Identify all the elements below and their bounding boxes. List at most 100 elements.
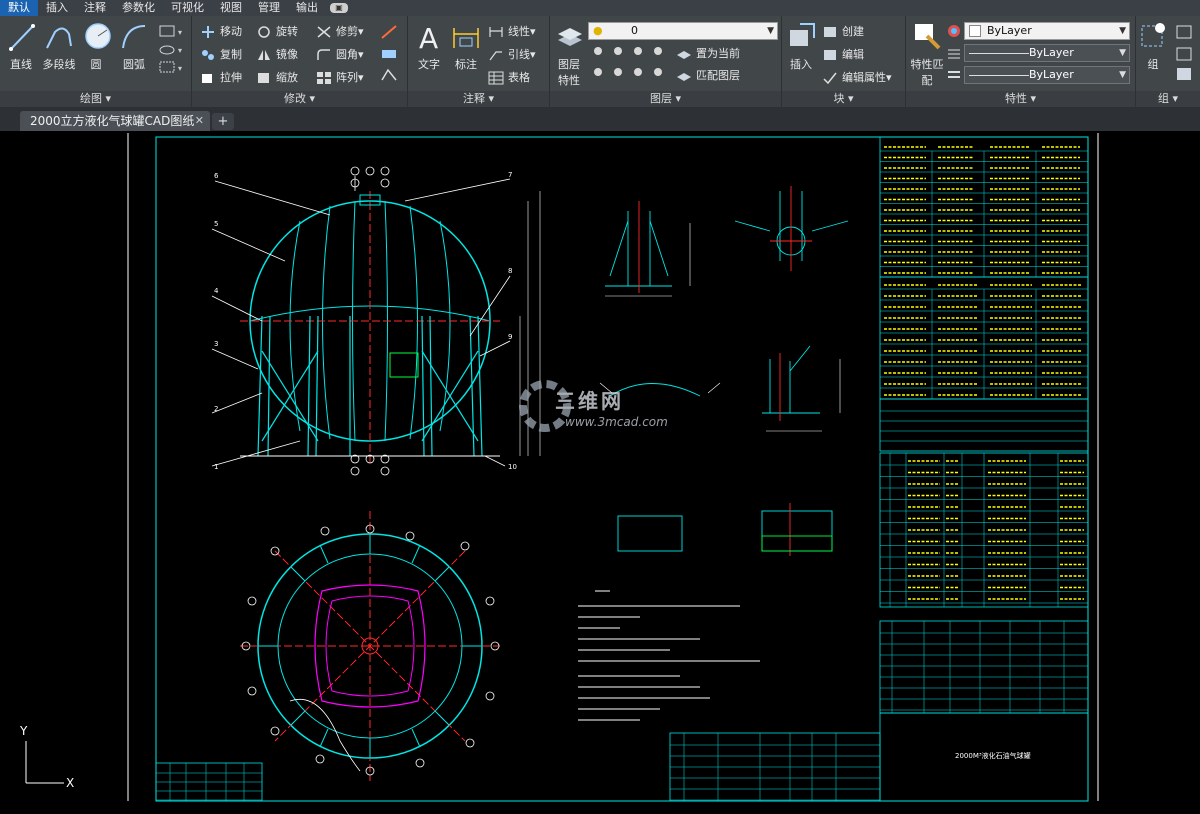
copy-button[interactable]: 复制 bbox=[200, 45, 242, 65]
menu-tab-insert[interactable]: 插入 bbox=[38, 0, 76, 16]
panel-title-properties[interactable]: 特性 ▾ bbox=[906, 91, 1135, 107]
text-button[interactable]: A 文字 bbox=[414, 20, 444, 72]
svg-text:▾: ▾ bbox=[178, 28, 182, 37]
stretch-button[interactable]: 拉伸 bbox=[200, 68, 242, 88]
panel-title-groups[interactable]: 组 ▾ bbox=[1136, 91, 1200, 107]
modify-more-icons[interactable] bbox=[378, 22, 404, 88]
line-button[interactable]: 直线 bbox=[6, 20, 36, 72]
panel-title-layers[interactable]: 图层 ▾ bbox=[550, 91, 781, 107]
svg-text:4: 4 bbox=[214, 287, 219, 295]
edit-attributes-button[interactable]: 编辑属性 ▾ bbox=[822, 68, 892, 88]
panel-draw: 直线 多段线 圆 圆弧 ▾ ▾ ▾ 绘图 ▾ bbox=[0, 16, 192, 107]
fillet-icon bbox=[317, 49, 330, 60]
edit-attributes-icon bbox=[823, 72, 837, 85]
menu-tab-output[interactable]: 输出 bbox=[288, 0, 326, 16]
match-layer-button[interactable]: 匹配图层 bbox=[676, 66, 740, 86]
close-icon[interactable]: ✕ bbox=[195, 111, 204, 131]
ribbon: 直线 多段线 圆 圆弧 ▾ ▾ ▾ 绘图 ▾ 移动 旋转 修剪 ▾ 复制 镜像 圆角… bbox=[0, 16, 1200, 107]
create-block-button[interactable]: 创建 bbox=[822, 22, 864, 42]
title-block-text: 2000M³液化石油气球罐 bbox=[955, 751, 1031, 760]
circle-button[interactable]: 圆 bbox=[82, 20, 111, 72]
menu-tab-visualize[interactable]: 可视化 bbox=[163, 0, 212, 16]
chevron-down-icon: ▼ bbox=[1119, 70, 1126, 80]
drawing-canvas[interactable]: 654 321 7 8 9 10 2000M³液化石油气球罐 Y X 三维网 w… bbox=[0, 131, 1200, 814]
dimension-button[interactable]: 标注 bbox=[450, 20, 482, 72]
menu-tab-parametric[interactable]: 参数化 bbox=[114, 0, 163, 16]
arc-icon bbox=[122, 25, 146, 49]
panel-title-annotation[interactable]: 注释 ▾ bbox=[408, 91, 549, 107]
fillet-button[interactable]: 圆角 ▾ bbox=[316, 45, 364, 65]
polyline-button[interactable]: 多段线 bbox=[40, 20, 78, 72]
design-data-table bbox=[155, 136, 1089, 802]
technical-notes bbox=[578, 590, 760, 721]
svg-text:10: 10 bbox=[508, 463, 517, 471]
watermark-url: www.3mcad.com bbox=[565, 415, 668, 429]
svg-text:3: 3 bbox=[214, 340, 218, 348]
mirror-button[interactable]: 镜像 bbox=[256, 45, 298, 65]
move-button[interactable]: 移动 bbox=[200, 22, 242, 42]
color-dropdown[interactable]: ByLayer ▼ bbox=[964, 22, 1130, 40]
scale-icon bbox=[258, 73, 269, 83]
layer-properties-button[interactable]: 图层特性 bbox=[554, 20, 584, 88]
document-tabs: 2000立方液化气球罐CAD图纸 ✕ + bbox=[0, 107, 1200, 131]
group-tools-icons[interactable] bbox=[1174, 22, 1196, 82]
stretch-icon bbox=[202, 74, 212, 83]
array-button[interactable]: 阵列 ▾ bbox=[316, 68, 364, 88]
layer-dropdown[interactable]: ● 0 ▼ bbox=[588, 22, 778, 40]
move-icon bbox=[202, 26, 214, 38]
line-icon bbox=[9, 24, 35, 51]
ribbon-toggle-icon[interactable]: ▣ bbox=[330, 3, 348, 13]
ucs-y-label: Y bbox=[19, 724, 28, 738]
svg-text:6: 6 bbox=[214, 172, 219, 180]
mirror-icon bbox=[258, 50, 270, 60]
leader-button[interactable]: 引线 ▾ bbox=[488, 45, 536, 65]
table-button[interactable]: 表格 bbox=[488, 68, 530, 88]
array-icon bbox=[317, 72, 331, 84]
insert-block-button[interactable]: 插入 bbox=[786, 20, 816, 72]
lightbulb-icon: ● bbox=[593, 24, 603, 37]
match-properties-icon bbox=[915, 24, 941, 50]
svg-text:9: 9 bbox=[508, 333, 512, 341]
menu-tab-default[interactable]: 默认 bbox=[0, 0, 38, 16]
panel-modify: 移动 旋转 修剪 ▾ 复制 镜像 圆角 ▾ 拉伸 缩放 阵列 ▾ 修改 ▾ bbox=[192, 16, 408, 107]
copy-icon bbox=[202, 50, 214, 60]
edit-block-icon bbox=[824, 50, 836, 60]
trim-button[interactable]: 修剪 ▾ bbox=[316, 22, 364, 42]
svg-text:▾: ▾ bbox=[178, 64, 182, 73]
scale-button[interactable]: 缩放 bbox=[256, 68, 298, 88]
layer-stack-icon bbox=[558, 28, 582, 46]
panel-title-draw[interactable]: 绘图 ▾ bbox=[0, 91, 191, 107]
sphere-plan-view bbox=[240, 511, 500, 781]
linetype-dropdown[interactable]: ByLayer ▼ bbox=[964, 44, 1130, 62]
draw-more-icons[interactable]: ▾ ▾ ▾ bbox=[158, 24, 188, 84]
new-tab-button[interactable]: + bbox=[212, 113, 234, 130]
svg-text:▾: ▾ bbox=[178, 46, 182, 55]
set-current-layer-button[interactable]: 置为当前 bbox=[676, 44, 740, 64]
menu-tab-annotate[interactable]: 注释 bbox=[76, 0, 114, 16]
lineweight-dropdown[interactable]: ByLayer ▼ bbox=[964, 66, 1130, 84]
layer-tools-icons[interactable] bbox=[590, 44, 670, 84]
edit-block-button[interactable]: 编辑 bbox=[822, 45, 864, 65]
linear-dim-button[interactable]: 线性 ▾ bbox=[488, 22, 536, 42]
document-tab-active[interactable]: 2000立方液化气球罐CAD图纸 ✕ bbox=[20, 111, 210, 131]
svg-text:2: 2 bbox=[214, 405, 218, 413]
menu-tab-manage[interactable]: 管理 bbox=[250, 0, 288, 16]
table-rows bbox=[156, 150, 1088, 801]
group-button[interactable]: 组 bbox=[1138, 20, 1168, 72]
panel-annotation: A 文字 标注 线性 ▾ 引线 ▾ 表格 注释 ▾ bbox=[408, 16, 550, 107]
linetype-preview bbox=[969, 53, 1029, 54]
menu-tab-view[interactable]: 视图 bbox=[212, 0, 250, 16]
chevron-down-icon: ▼ bbox=[1119, 48, 1126, 58]
detail-views bbox=[599, 186, 849, 556]
arc-button[interactable]: 圆弧 bbox=[118, 20, 150, 72]
ucs-icon bbox=[25, 741, 64, 784]
color-swatch-icon bbox=[969, 25, 981, 37]
panel-title-block[interactable]: 块 ▾ bbox=[782, 91, 905, 107]
panel-title-modify[interactable]: 修改 ▾ bbox=[192, 91, 407, 107]
match-properties-button[interactable]: 特性匹配 bbox=[910, 20, 944, 88]
panel-block: 插入 创建 编辑 编辑属性 ▾ 块 ▾ bbox=[782, 16, 906, 107]
svg-text:5: 5 bbox=[214, 220, 218, 228]
table-icon bbox=[488, 71, 504, 85]
circle-icon bbox=[85, 23, 111, 49]
rotate-button[interactable]: 旋转 bbox=[256, 22, 298, 42]
